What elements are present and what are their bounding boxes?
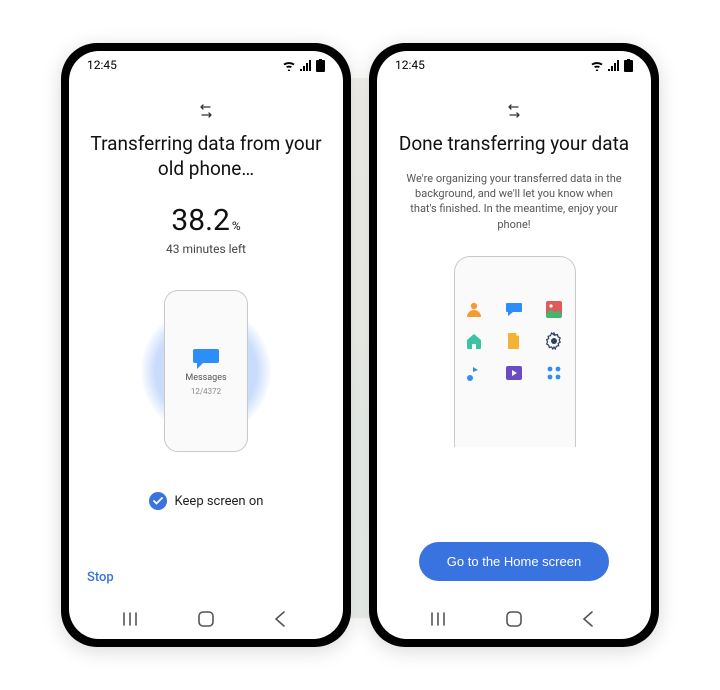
status-time: 12:45 — [395, 58, 425, 72]
current-item-label: Messages — [185, 373, 226, 383]
music-icon — [465, 364, 483, 382]
home-icon — [465, 332, 483, 350]
status-bar: 12:45 — [377, 51, 651, 79]
contacts-icon — [465, 300, 483, 318]
video-icon — [505, 364, 523, 382]
settings-icon — [545, 332, 563, 350]
checkbox-checked-icon — [149, 492, 167, 510]
wifi-icon — [282, 60, 296, 71]
progress-percent-value: 38.2 — [171, 203, 230, 238]
phone-mockup-done: 12:45 Done transferring your data We're … — [369, 43, 659, 647]
signal-icon — [607, 60, 621, 71]
phone-outline-icon: Messages 12/4372 — [164, 290, 248, 452]
nav-recents-button[interactable] — [429, 608, 451, 630]
gallery-icon — [545, 300, 563, 318]
eta-text: 43 minutes left — [166, 242, 246, 256]
nav-recents-button[interactable] — [121, 608, 143, 630]
apps-icon — [545, 364, 563, 382]
wifi-icon — [590, 60, 604, 71]
nav-home-button[interactable] — [503, 608, 525, 630]
nav-back-button[interactable] — [577, 608, 599, 630]
nav-home-button[interactable] — [195, 608, 217, 630]
battery-icon — [624, 59, 633, 72]
current-item-count: 12/4372 — [191, 387, 221, 396]
status-icons — [590, 59, 633, 72]
navigation-bar — [69, 599, 343, 639]
transfer-arrows-icon — [198, 103, 214, 122]
messages-icon — [193, 347, 219, 369]
status-time: 12:45 — [87, 58, 117, 72]
keep-screen-on-checkbox[interactable]: Keep screen on — [149, 492, 264, 510]
document-icon — [505, 332, 523, 350]
status-icons — [282, 59, 325, 72]
progress-percent-symbol: % — [232, 219, 241, 233]
go-home-button[interactable]: Go to the Home screen — [419, 542, 609, 581]
nav-back-button[interactable] — [269, 608, 291, 630]
phone-mockup-transferring: 12:45 Transferring data from your old ph… — [61, 43, 351, 647]
stop-button[interactable]: Stop — [87, 570, 114, 585]
progress-graphic: Messages 12/4372 — [121, 276, 291, 466]
keep-screen-on-label: Keep screen on — [175, 494, 264, 509]
done-graphic — [454, 256, 574, 446]
page-subtitle: We're organizing your transferred data i… — [395, 171, 633, 233]
status-bar: 12:45 — [69, 51, 343, 79]
page-title: Done transferring your data — [399, 132, 629, 157]
transfer-arrows-icon — [506, 103, 522, 122]
messages-icon — [505, 300, 523, 318]
navigation-bar — [377, 599, 651, 639]
progress-percent: 38.2% — [171, 203, 240, 238]
page-title: Transferring data from your old phone… — [87, 132, 325, 181]
signal-icon — [299, 60, 313, 71]
battery-icon — [316, 59, 325, 72]
